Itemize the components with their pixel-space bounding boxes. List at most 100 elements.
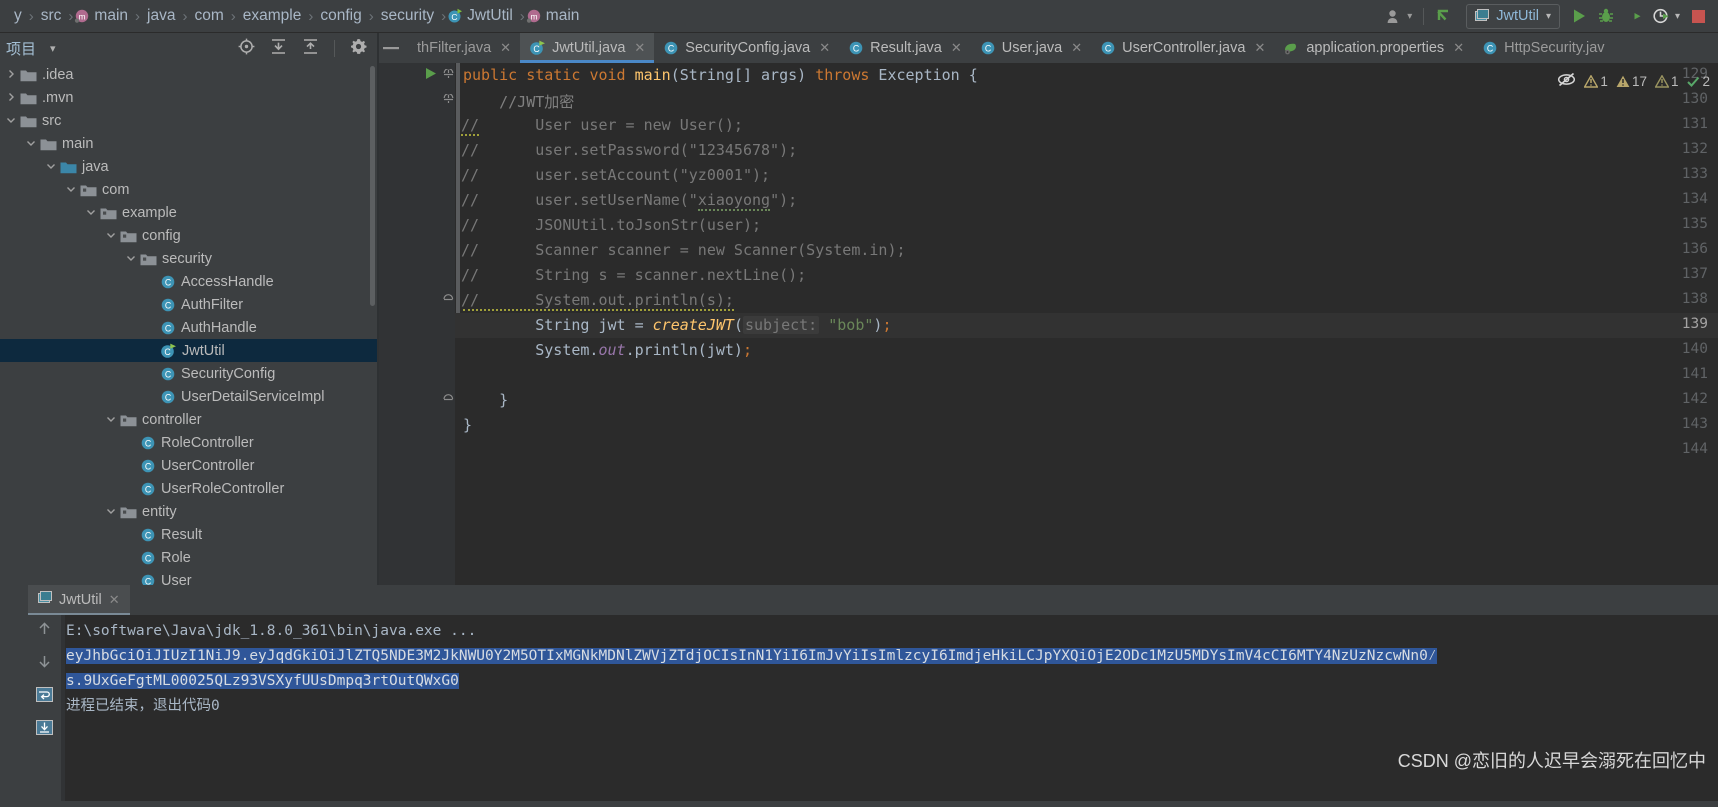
tree-node-result[interactable]: C Result	[0, 523, 377, 546]
close-icon[interactable]: ✕	[631, 40, 645, 56]
chevron-down-icon[interactable]	[124, 253, 137, 265]
run-method-icon[interactable]	[424, 67, 437, 84]
breadcrumb-item-java[interactable]: java	[141, 7, 181, 25]
tree-node-role[interactable]: C Role	[0, 546, 377, 569]
editor-gutter[interactable]	[379, 63, 455, 585]
chevron-down-icon[interactable]	[24, 138, 37, 150]
editor-tab-jwtutil-java[interactable]: C JwtUtil.java ✕	[520, 33, 655, 63]
run-with-coverage-icon[interactable]	[1625, 8, 1642, 24]
fold-marker-icon[interactable]	[443, 93, 454, 111]
tree-node-user[interactable]: C User	[0, 569, 377, 585]
close-icon[interactable]: ✕	[1068, 40, 1082, 56]
tree-node-rolecontroller[interactable]: C RoleController	[0, 431, 377, 454]
chevron-down-icon[interactable]	[84, 207, 97, 219]
scroll-up-icon[interactable]	[37, 621, 52, 640]
editor-tab-user-java[interactable]: C User.java ✕	[971, 33, 1091, 63]
status-badge[interactable]: 1	[1654, 74, 1678, 89]
run-icon[interactable]	[1571, 8, 1587, 24]
scroll-down-icon[interactable]	[37, 654, 52, 673]
close-icon[interactable]: ✕	[948, 40, 962, 56]
fold-end-marker-icon[interactable]	[443, 391, 454, 406]
tree-node-security[interactable]: security	[0, 247, 377, 270]
tree-node-src[interactable]: src	[0, 109, 377, 132]
status-badge[interactable]: 17	[1616, 74, 1647, 89]
breadcrumb-item-security[interactable]: security	[375, 7, 440, 25]
editor-tab-result-java[interactable]: C Result.java ✕	[839, 33, 971, 63]
tree-node-entity[interactable]: entity	[0, 500, 377, 523]
tree-node-usercontroller[interactable]: C UserController	[0, 454, 377, 477]
editor-tab-application-properties[interactable]: application.properties ✕	[1274, 33, 1473, 63]
close-icon[interactable]: ✕	[109, 592, 120, 608]
console-body[interactable]: E:\software\Java\jdk_1.8.0_361\bin\java.…	[28, 615, 1718, 807]
chevron-down-icon[interactable]	[4, 115, 17, 127]
console-tabs[interactable]: JwtUtil ✕	[28, 585, 1718, 615]
inspection-widget[interactable]: 1 17 1 2	[1557, 72, 1710, 90]
editor-tab-thfilter-java[interactable]: thFilter.java ✕	[408, 33, 520, 63]
code-editor[interactable]: 129 130 131 132 133 134 135 136 137 138 139 140 141 1…	[379, 63, 1718, 585]
tree-node-java[interactable]: java	[0, 155, 377, 178]
stop-icon[interactable]	[1691, 9, 1706, 24]
status-badge[interactable]: 1	[1584, 74, 1608, 89]
close-icon[interactable]: ✕	[497, 40, 511, 56]
close-icon[interactable]: ✕	[1251, 40, 1265, 56]
expand-all-icon[interactable]	[270, 38, 287, 59]
tree-node-com[interactable]: com	[0, 178, 377, 201]
tree-node-main[interactable]: main	[0, 132, 377, 155]
project-view-caret-icon[interactable]: ▾	[36, 42, 56, 55]
tree-node--idea[interactable]: .idea	[0, 63, 377, 86]
inspections-off-icon[interactable]	[1557, 72, 1576, 90]
breadcrumb-item-y[interactable]: y	[8, 7, 28, 25]
editor-tabs[interactable]: thFilter.java ✕ C JwtUtil.java ✕ C SecurityCon…	[379, 33, 1718, 63]
breadcrumb-item-example[interactable]: example	[237, 7, 308, 25]
chevron-right-icon[interactable]	[4, 69, 17, 81]
close-icon[interactable]: ✕	[1450, 40, 1464, 56]
tree-node-securityconfig[interactable]: C SecurityConfig	[0, 362, 377, 385]
tree-node-accesshandle[interactable]: C AccessHandle	[0, 270, 377, 293]
run-configuration-selector[interactable]: JwtUtil ▾	[1466, 3, 1560, 29]
settings-gear-icon[interactable]	[350, 38, 367, 59]
tree-node--mvn[interactable]: .mvn	[0, 86, 377, 109]
tree-node-config[interactable]: config	[0, 224, 377, 247]
tree-node-userdetailserviceimpl[interactable]: C UserDetailServiceImpl	[0, 385, 377, 408]
debug-icon[interactable]	[1598, 8, 1614, 24]
breadcrumb-item-src[interactable]: src	[35, 7, 68, 25]
minimize-tabs-icon[interactable]	[379, 33, 408, 63]
print-icon[interactable]	[36, 720, 53, 739]
chevron-down-icon[interactable]	[104, 506, 117, 518]
project-tree[interactable]: .idea .mvn src main java com example config secu…	[0, 63, 377, 585]
fold-end-marker-icon[interactable]	[443, 291, 454, 306]
tree-node-authhandle[interactable]: C AuthHandle	[0, 316, 377, 339]
breadcrumb-item-config[interactable]: config	[314, 7, 367, 25]
chevron-down-icon[interactable]	[64, 184, 77, 196]
collapse-all-icon[interactable]	[302, 38, 319, 59]
breadcrumb-item-jwtutil[interactable]: C JwtUtil	[447, 7, 519, 25]
code-content[interactable]: public static void main(String[] args) t…	[463, 63, 1718, 585]
chevron-down-icon[interactable]	[104, 230, 117, 242]
tree-node-example[interactable]: example	[0, 201, 377, 224]
tree-node-userrolecontroller[interactable]: C UserRoleController	[0, 477, 377, 500]
editor-tab-securityconfig-java[interactable]: C SecurityConfig.java ✕	[654, 33, 839, 63]
soft-wrap-icon[interactable]	[36, 687, 53, 706]
locate-icon[interactable]	[238, 38, 255, 59]
editor-tab-httpsecurity-jav[interactable]: C HttpSecurity.jav	[1473, 33, 1613, 63]
chevron-down-icon[interactable]	[44, 161, 57, 173]
update-arrow-icon[interactable]	[1435, 6, 1455, 26]
console-tab-jwtutil[interactable]: JwtUtil ✕	[28, 585, 130, 615]
breadcrumb-item-main[interactable]: m main	[526, 7, 586, 25]
profiler-caret-icon[interactable]: ▾	[1675, 11, 1680, 22]
tree-node-controller[interactable]: controller	[0, 408, 377, 431]
breadcrumb-item-com[interactable]: com	[188, 7, 229, 25]
account-icon[interactable]	[1387, 9, 1404, 24]
fold-marker-icon[interactable]	[443, 68, 454, 86]
editor-vertical-scrollbar[interactable]	[456, 63, 460, 313]
chevron-down-icon[interactable]	[104, 414, 117, 426]
account-caret-icon[interactable]: ▾	[1407, 11, 1412, 22]
tree-node-jwtutil[interactable]: C JwtUtil	[0, 339, 377, 362]
breadcrumb[interactable]: y › src › m main › java › com › example › config › secu…	[8, 7, 585, 25]
breadcrumb-item-main[interactable]: m main	[74, 7, 134, 25]
project-tree-scrollbar[interactable]	[370, 66, 375, 306]
editor-tab-usercontroller-java[interactable]: C UserController.java ✕	[1091, 33, 1274, 63]
status-badge[interactable]: 2	[1686, 74, 1710, 89]
profiler-icon[interactable]	[1653, 8, 1670, 24]
close-icon[interactable]: ✕	[816, 40, 830, 56]
